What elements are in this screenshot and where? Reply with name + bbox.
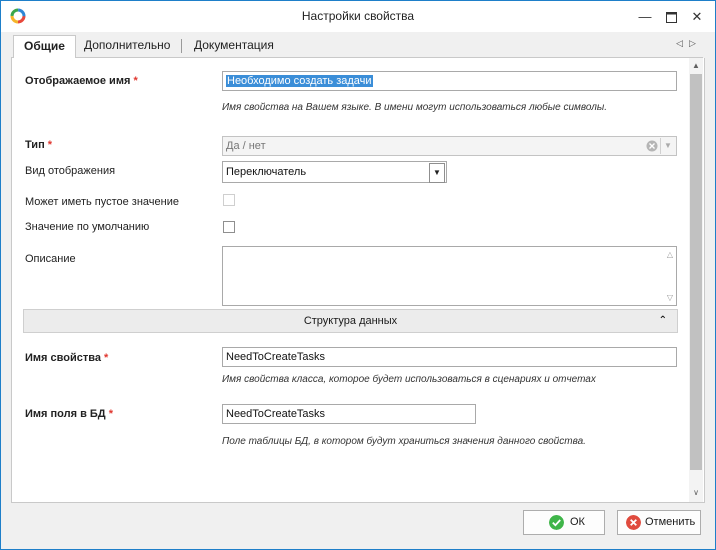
textarea-scroll-up-icon[interactable]: △: [667, 250, 673, 259]
type-dropdown-icon: ▼: [660, 138, 675, 154]
title-bar: Настройки свойства — ✕: [1, 1, 715, 32]
property-name-hint: Имя свойства класса, которое будет испол…: [222, 374, 596, 385]
type-label: Тип *: [25, 139, 53, 151]
tab-separator: [181, 39, 182, 53]
form-panel: Отображаемое имя * Необходимо создать за…: [11, 58, 705, 503]
ok-button[interactable]: ОК: [523, 510, 605, 535]
data-structure-section-header[interactable]: Структура данных ⌃: [23, 309, 678, 333]
display-kind-select[interactable]: Переключатель ▼: [222, 161, 447, 183]
nullable-checkbox: [223, 194, 235, 206]
description-textarea[interactable]: △ ▽: [222, 246, 677, 306]
default-value-checkbox[interactable]: [223, 221, 235, 233]
collapse-icon[interactable]: ⌃: [659, 310, 667, 332]
scroll-up-icon[interactable]: ▲: [689, 61, 703, 70]
check-icon: [549, 515, 564, 530]
description-label: Описание: [25, 253, 76, 265]
tab-documentation[interactable]: Документация: [184, 35, 284, 56]
tab-additional[interactable]: Дополнительно: [74, 35, 180, 56]
type-field: Да / нет ▼: [222, 136, 677, 156]
display-name-hint: Имя свойства на Вашем языке. В имени мог…: [222, 102, 607, 113]
textarea-scroll-down-icon[interactable]: ▽: [667, 293, 673, 302]
db-field-label: Имя поля в БД *: [25, 408, 113, 420]
chevron-down-icon[interactable]: ▼: [429, 163, 445, 183]
display-kind-value: Переключатель: [226, 166, 307, 178]
cancel-button[interactable]: Отменить: [617, 510, 701, 535]
ok-label: ОК: [570, 516, 585, 528]
type-value: Да / нет: [226, 140, 266, 152]
dialog-window: Настройки свойства — ✕ Общие Дополнитель…: [0, 0, 716, 550]
tab-scroll-left-icon[interactable]: ◁: [676, 38, 683, 49]
nullable-label: Может иметь пустое значение: [25, 196, 179, 208]
window-title: Настройки свойства: [301, 9, 415, 23]
cancel-icon: [626, 515, 641, 530]
close-icon[interactable]: ✕: [689, 9, 705, 25]
scroll-thumb[interactable]: [690, 74, 702, 470]
default-value-label: Значение по умолчанию: [25, 221, 150, 233]
property-name-input[interactable]: NeedToCreateTasks: [222, 347, 677, 367]
section-title: Структура данных: [303, 315, 398, 327]
db-field-hint: Поле таблицы БД, в котором будут хранить…: [222, 436, 586, 447]
display-name-input[interactable]: Необходимо создать задачи: [222, 71, 677, 91]
property-name-label: Имя свойства *: [25, 352, 109, 364]
display-kind-label: Вид отображения: [25, 165, 116, 177]
maximize-icon[interactable]: [663, 9, 679, 25]
panel-scrollbar[interactable]: ▲ ∨: [689, 58, 703, 502]
cancel-label: Отменить: [645, 516, 696, 528]
tab-scroll-right-icon[interactable]: ▷: [689, 38, 696, 49]
tab-bar: Общие Дополнительно Документация ◁ ▷: [11, 34, 703, 59]
clear-icon: [646, 140, 658, 152]
minimize-icon[interactable]: —: [637, 9, 653, 25]
display-name-value: Необходимо создать задачи: [226, 75, 373, 87]
tab-general[interactable]: Общие: [13, 35, 76, 59]
display-name-label: Отображаемое имя *: [25, 75, 138, 87]
db-field-input[interactable]: NeedToCreateTasks: [222, 404, 476, 424]
scroll-down-icon[interactable]: ∨: [689, 488, 703, 497]
